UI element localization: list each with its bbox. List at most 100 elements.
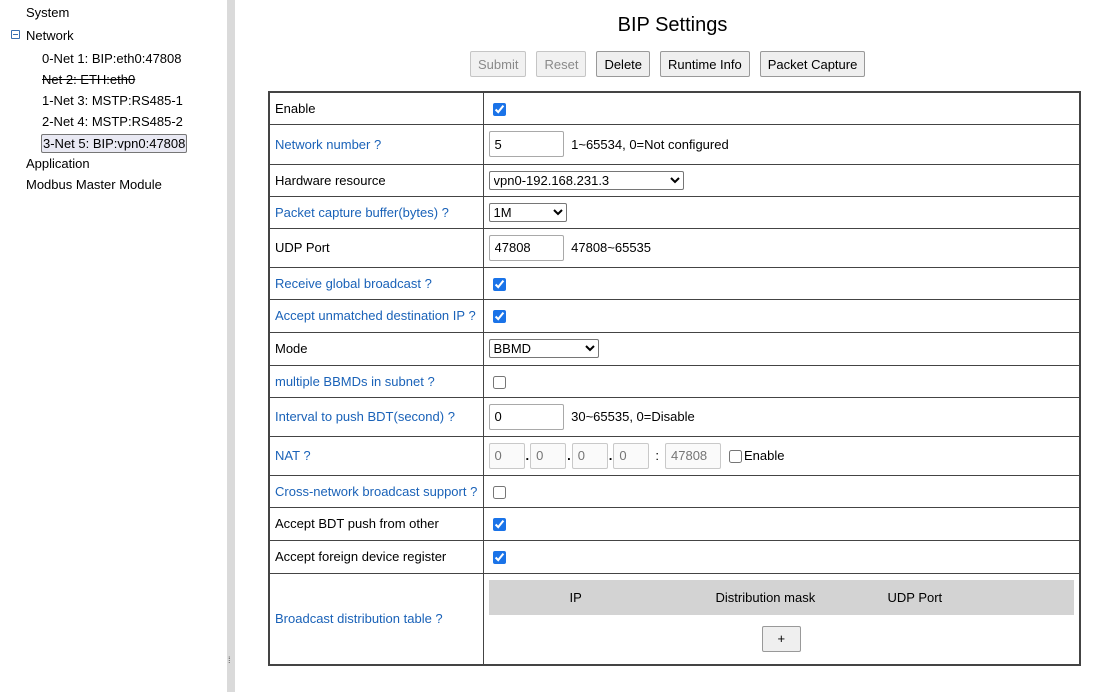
hardware-resource-select[interactable]: vpn0-192.168.231.3 [488,170,684,190]
mode-select[interactable]: BBMD [488,339,599,358]
row-receive-global-broadcast: Receive global broadcast ? [268,266,1081,300]
cross-network-broadcast-cell [482,474,1081,508]
accept-foreign-device-cell [482,539,1081,574]
multiple-bbmds-label[interactable]: multiple BBMDs in subnet ? [268,364,484,398]
cross-network-broadcast-checkbox[interactable] [492,485,506,499]
hardware-resource-cell: vpn0-192.168.231.3 [482,163,1081,197]
enable-checkbox[interactable] [492,102,506,116]
udp-port-hint: 47808~65535 [571,240,652,255]
splitter-grip-icon: ⁞ [228,655,231,665]
nat-enable-text: Enable [744,447,785,463]
nat-dot: . [567,448,571,463]
network-number-input[interactable] [488,131,564,157]
accept-foreign-device-label: Accept foreign device register [268,539,484,574]
row-enable: Enable [268,91,1081,125]
accept-unmatched-ip-checkbox[interactable] [492,310,506,324]
row-accept-foreign-device: Accept foreign device register [268,539,1081,574]
row-cross-network-broadcast: Cross-network broadcast support ? [268,474,1081,508]
receive-global-broadcast-checkbox[interactable] [492,277,506,291]
tree-item-net4[interactable]: 2-Net 4: MSTP:RS485-2 [42,113,183,131]
row-accept-unmatched-ip: Accept unmatched destination IP ? [268,298,1081,333]
nat-enable-checkbox[interactable] [729,450,742,464]
cross-network-broadcast-label[interactable]: Cross-network broadcast support ? [268,474,484,508]
udp-port-input[interactable] [488,234,564,261]
bdt-label[interactable]: Broadcast distribution table ? [268,572,484,665]
bdt-col-ip: IP [569,589,582,605]
nat-ip-octet-4[interactable] [613,442,650,469]
enable-label: Enable [268,91,484,125]
row-hardware-resource: Hardware resource vpn0-192.168.231.3 [268,163,1081,197]
row-accept-bdt-push: Accept BDT push from other [268,506,1081,541]
nat-port-input[interactable] [665,442,721,469]
tree-item-net1[interactable]: 0-Net 1: BIP:eth0:47808 [42,50,181,68]
row-bdt: Broadcast distribution table ? IP Distri… [268,572,1081,665]
receive-global-broadcast-label[interactable]: Receive global broadcast ? [268,266,484,300]
push-interval-hint: 30~65535, 0=Disable [571,409,695,424]
nat-ip-octet-2[interactable] [530,442,567,469]
bdt-cell: IP Distribution mask UDP Port + [482,572,1081,665]
mode-cell: BBMD [482,331,1081,366]
tree-item-net2[interactable]: Net 2: ETH:eth0 [42,71,135,89]
packet-buffer-select[interactable]: 1M [488,202,567,222]
network-number-hint: 1~65534, 0=Not configured [571,136,729,152]
sidebar-tree: System Network 0-Net 1: BIP:eth0:47808 N… [0,0,227,692]
page-title: BIP Settings [617,14,728,36]
multiple-bbmds-cell [482,364,1081,398]
push-interval-cell: 30~65535, 0=Disable [482,396,1081,437]
accept-unmatched-ip-label[interactable]: Accept unmatched destination IP ? [268,298,484,333]
row-network-number: Network number ? 1~65534, 0=Not configur… [268,123,1081,165]
push-interval-label[interactable]: Interval to push BDT(second) ? [268,396,484,437]
bdt-col-mask: Distribution mask [715,589,816,605]
main-panel: BIP Settings Submit Reset Delete Runtime… [235,0,1110,692]
receive-global-broadcast-cell [482,266,1081,300]
nat-ip-octet-3[interactable] [571,442,608,469]
submit-button[interactable]: Submit [470,51,527,77]
bdt-header-row: IP Distribution mask UDP Port [488,579,1074,615]
udp-port-cell: 47808~65535 [482,227,1081,268]
network-number-cell: 1~65534, 0=Not configured [482,123,1081,165]
nat-dot: . [608,448,613,463]
nat-ip-octet-1[interactable] [488,442,525,469]
row-udp-port: UDP Port 47808~65535 [268,227,1081,268]
push-interval-input[interactable] [488,403,564,430]
accept-bdt-push-cell [482,506,1081,541]
row-multiple-bbmds: multiple BBMDs in subnet ? [268,364,1081,398]
tree-item-modbus-master[interactable]: Modbus Master Module [26,176,162,194]
pane-splitter[interactable]: ⁞ [227,0,235,692]
nat-colon: : [655,448,659,463]
row-push-interval: Interval to push BDT(second) ? 30~65535,… [268,396,1081,437]
row-mode: Mode BBMD [268,331,1081,366]
packet-buffer-cell: 1M [482,195,1081,229]
network-number-label[interactable]: Network number ? [268,123,484,165]
packet-capture-button[interactable]: Packet Capture [759,51,866,77]
mode-label: Mode [268,331,484,366]
row-nat: NAT ? ...: Enable [268,435,1081,476]
delete-button[interactable]: Delete [596,51,651,77]
nat-dot: . [525,448,530,463]
nat-label[interactable]: NAT ? [268,435,484,476]
accept-bdt-push-checkbox[interactable] [492,518,506,532]
packet-buffer-label[interactable]: Packet capture buffer(bytes) ? [268,195,484,229]
accept-foreign-device-checkbox[interactable] [492,551,506,565]
minus-box-icon[interactable] [11,30,20,39]
udp-port-label: UDP Port [268,227,484,268]
tree-item-application[interactable]: Application [26,155,90,173]
row-packet-buffer: Packet capture buffer(bytes) ? 1M [268,195,1081,229]
enable-cell [482,91,1081,125]
nat-enable-label[interactable]: Enable [729,447,785,464]
tree-item-system[interactable]: System [26,4,69,22]
settings-table: Enable Network number ? 1~65534, 0=Not c… [268,91,1081,666]
accept-unmatched-ip-cell [482,298,1081,333]
nat-cell: ...: Enable [482,435,1081,476]
bdt-container: IP Distribution mask UDP Port + [488,574,1074,664]
toolbar: Submit Reset Delete Runtime Info Packet … [470,51,866,77]
multiple-bbmds-checkbox[interactable] [492,375,506,389]
hardware-resource-label: Hardware resource [268,163,484,197]
reset-button[interactable]: Reset [536,51,587,77]
add-bdt-entry-button[interactable]: + [761,625,801,652]
tree-item-net5[interactable]: 3-Net 5: BIP:vpn0:47808 [41,134,188,153]
tree-item-network[interactable]: Network [26,27,74,45]
tree-item-net3[interactable]: 1-Net 3: MSTP:RS485-1 [42,92,183,110]
accept-bdt-push-label: Accept BDT push from other [268,506,484,541]
runtime-info-button[interactable]: Runtime Info [660,51,750,77]
